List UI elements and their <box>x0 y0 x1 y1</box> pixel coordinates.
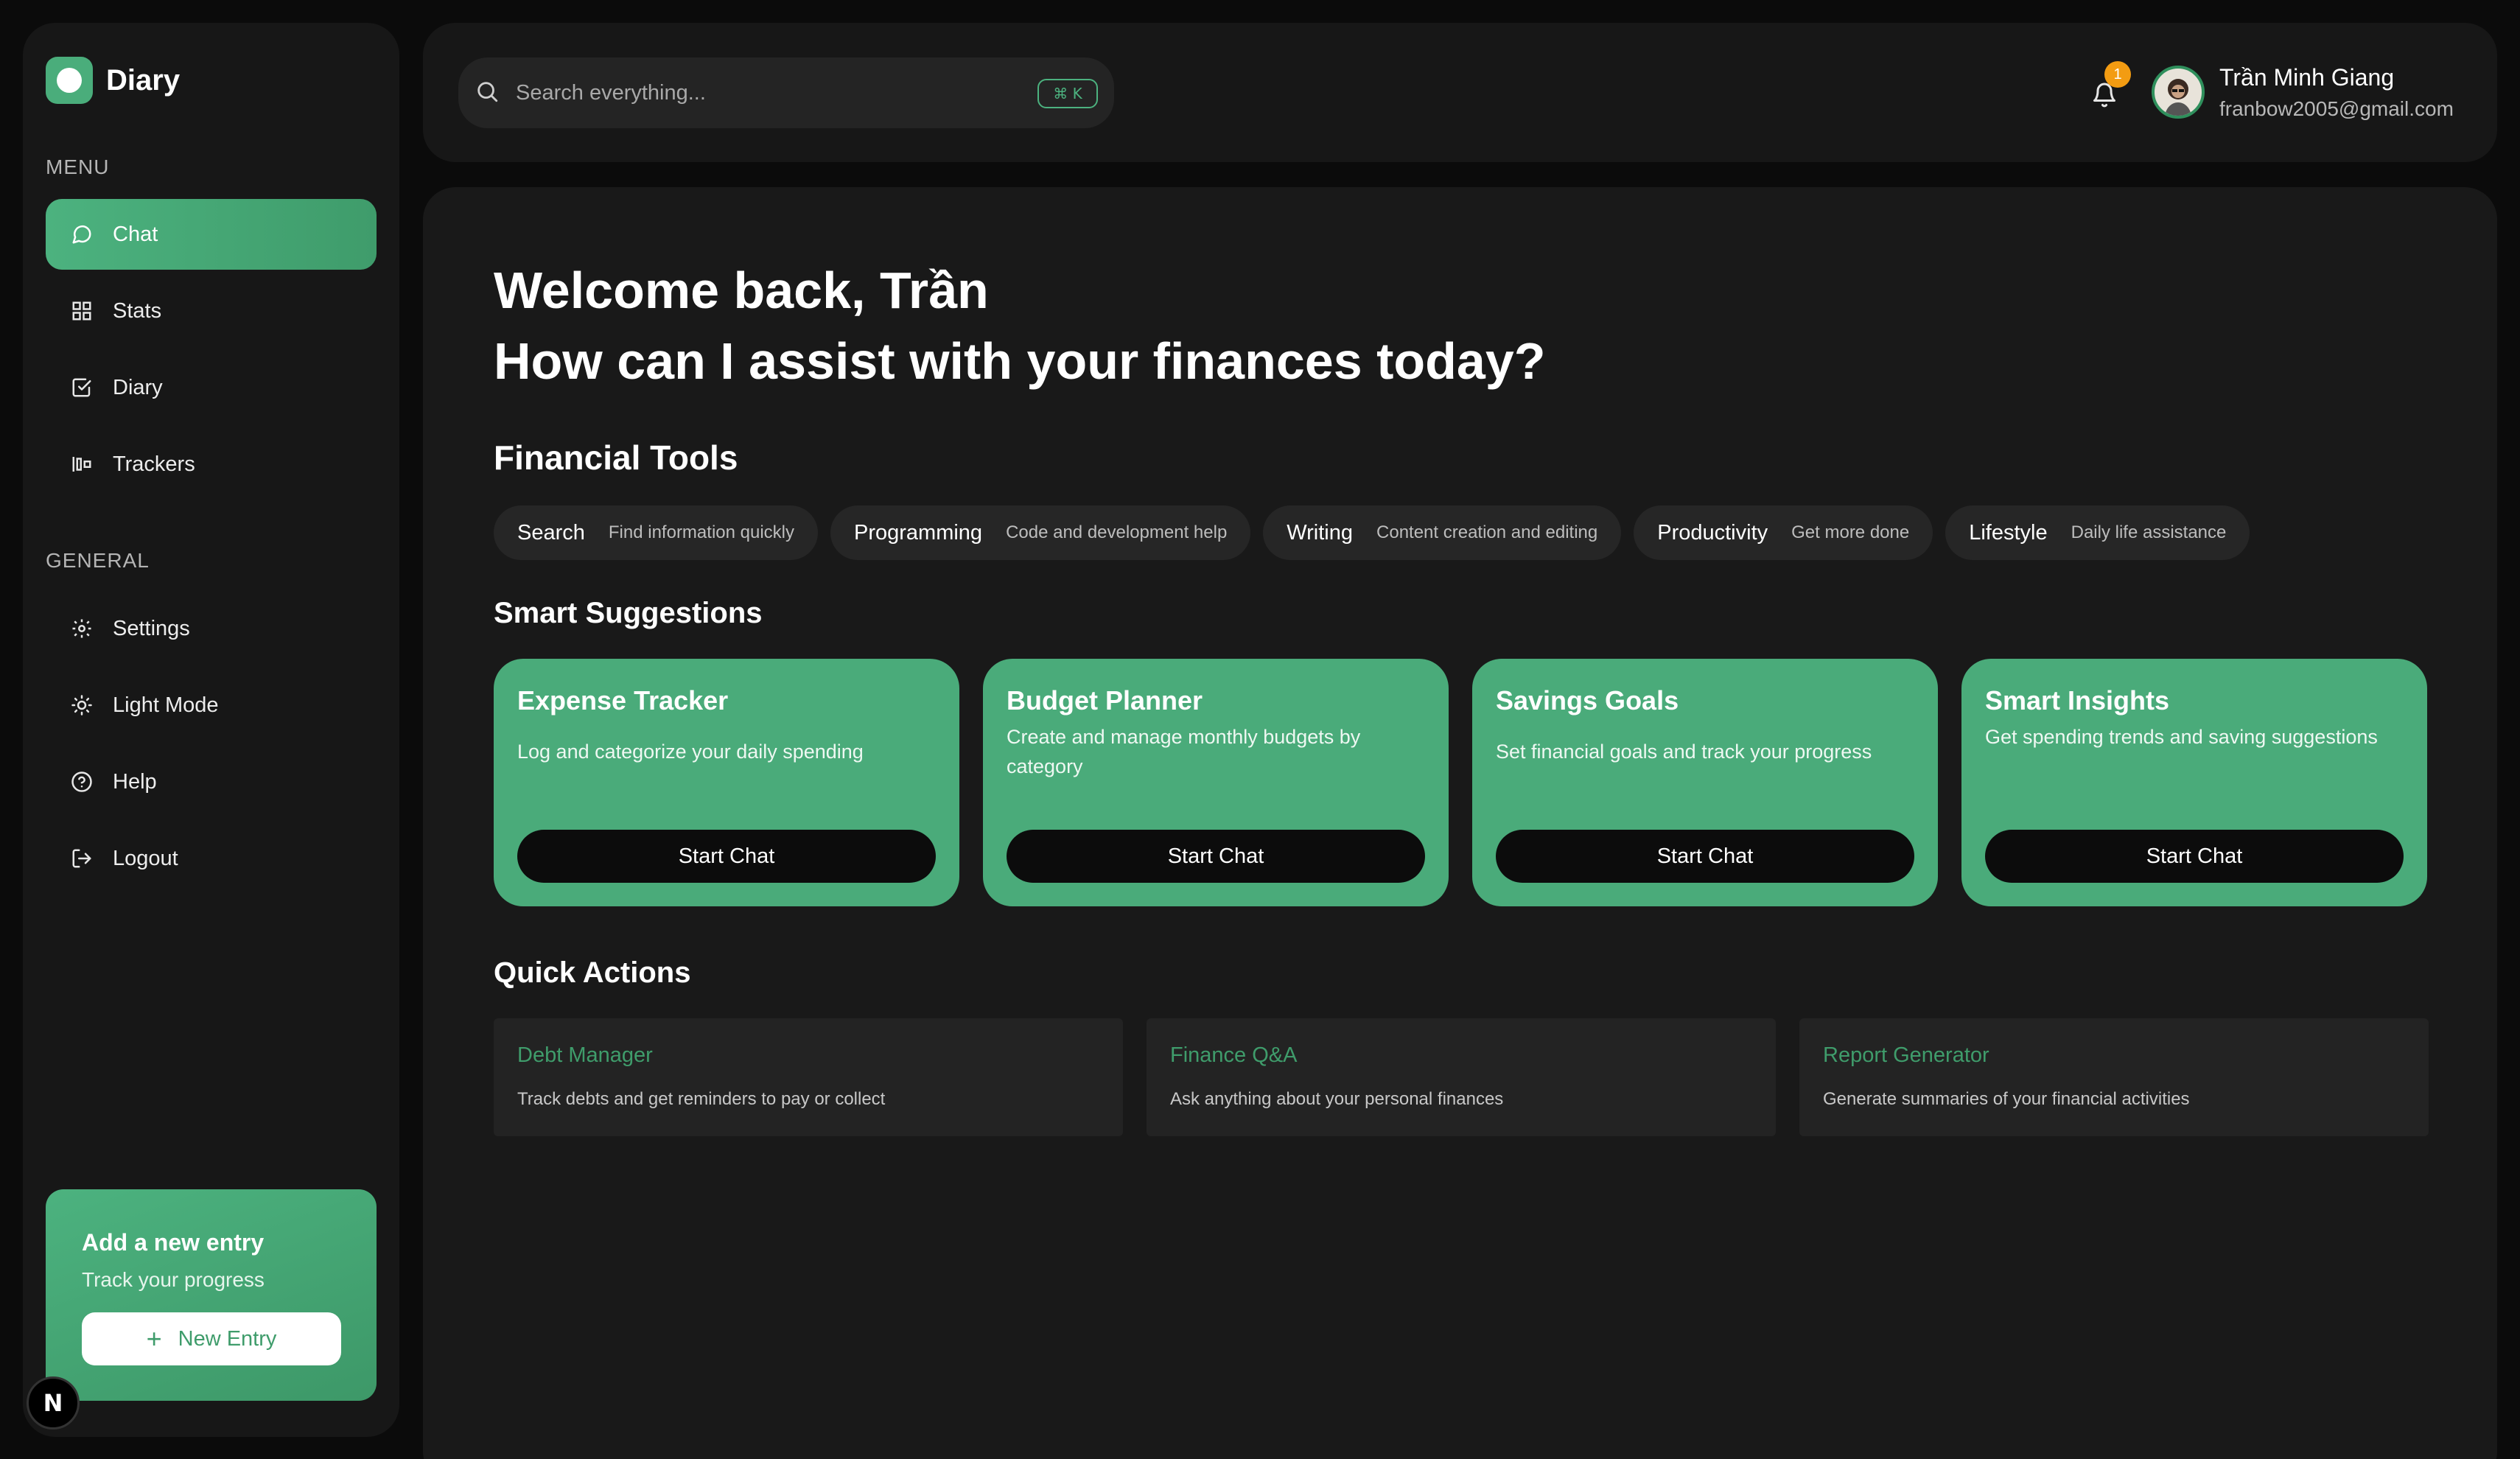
suggestion-card-smart-insights: Smart Insights Get spending trends and s… <box>1961 659 2427 906</box>
avatar[interactable] <box>2152 66 2205 119</box>
sidebar-item-logout[interactable]: Logout <box>46 823 377 894</box>
chip-desc: Code and development help <box>1006 522 1228 542</box>
card-title: Savings Goals <box>1496 685 1679 715</box>
chip-title: Search <box>517 520 585 545</box>
sidebar-item-label: Settings <box>113 616 190 640</box>
start-chat-button[interactable]: Start Chat <box>517 830 936 883</box>
card-title: Smart Insights <box>1985 685 2170 715</box>
smart-suggestions-title: Smart Suggestions <box>494 597 763 629</box>
app-logo-icon <box>46 57 93 104</box>
grid-icon <box>69 298 95 324</box>
menu-section-label: MENU <box>46 155 110 178</box>
suggestion-card-expense-tracker: Expense Tracker Log and categorize your … <box>494 659 959 906</box>
notification-count-badge: 1 <box>2104 61 2131 88</box>
suggestion-card-budget-planner: Budget Planner Create and manage monthly… <box>983 659 1449 906</box>
welcome-heading: Welcome back, Trần How can I assist with… <box>494 255 1546 396</box>
plus-icon: + <box>146 1323 162 1354</box>
chip-desc: Daily life assistance <box>2071 522 2227 542</box>
quick-action-title: Finance Q&A <box>1170 1043 1298 1067</box>
start-chat-button[interactable]: Start Chat <box>1985 830 2404 883</box>
card-desc: Get spending trends and saving suggestio… <box>1985 726 2378 748</box>
sidebar-item-label: Trackers <box>113 452 195 476</box>
welcome-line-2: How can I assist with your finances toda… <box>494 332 1546 390</box>
chip-desc: Find information quickly <box>608 522 794 542</box>
sidebar-item-trackers[interactable]: Trackers <box>46 429 377 500</box>
chat-bubble-icon <box>69 221 95 248</box>
user-email: franbow2005@gmail.com <box>2219 97 2454 120</box>
brand-name: Diary <box>106 63 181 97</box>
sidebar-item-diary[interactable]: Diary <box>46 352 377 423</box>
tool-chip-lifestyle[interactable]: Lifestyle Daily life assistance <box>1945 505 2250 560</box>
card-title: Expense Tracker <box>517 685 729 715</box>
chip-title: Programming <box>854 520 983 545</box>
chip-title: Writing <box>1287 520 1354 545</box>
gear-icon <box>69 615 95 642</box>
sidebar-item-help[interactable]: Help <box>46 746 377 817</box>
bar-tracker-icon <box>69 451 95 477</box>
main-panel: Welcome back, Trần How can I assist with… <box>423 187 2497 1459</box>
new-entry-label: New Entry <box>178 1326 277 1351</box>
chip-title: Lifestyle <box>1969 520 2048 545</box>
logout-icon <box>69 845 95 872</box>
financial-tools-chips: Search Find information quickly Programm… <box>494 505 2250 560</box>
sidebar-item-chat[interactable]: Chat <box>46 199 377 270</box>
sidebar: Diary MENU Chat Stats Diary Trackers GEN… <box>23 23 399 1437</box>
chip-desc: Get more done <box>1791 522 1910 542</box>
topbar: Search everything... ⌘ K 1 Trần Minh Gia… <box>423 23 2497 162</box>
n-badge-icon[interactable]: N <box>27 1376 80 1430</box>
tool-chip-programming[interactable]: Programming Code and development help <box>830 505 1251 560</box>
start-chat-button[interactable]: Start Chat <box>1496 830 1914 883</box>
quick-action-desc: Ask anything about your personal finance… <box>1170 1089 1504 1109</box>
add-entry-card: Add a new entry Track your progress + Ne… <box>46 1189 377 1401</box>
card-title: Budget Planner <box>1007 685 1203 715</box>
help-circle-icon <box>69 769 95 795</box>
add-entry-title: Add a new entry <box>82 1229 265 1256</box>
quick-action-title: Debt Manager <box>517 1043 653 1067</box>
quick-action-debt-manager[interactable]: Debt Manager Track debts and get reminde… <box>494 1018 1123 1136</box>
sidebar-item-label: Logout <box>113 846 178 870</box>
sun-icon <box>69 692 95 718</box>
sidebar-item-label: Help <box>113 769 157 794</box>
quick-action-title: Report Generator <box>1823 1043 1989 1067</box>
chip-desc: Content creation and editing <box>1376 522 1598 542</box>
keyboard-shortcut-badge: ⌘ K <box>1037 79 1098 108</box>
start-chat-button[interactable]: Start Chat <box>1007 830 1425 883</box>
checkbox-icon <box>69 374 95 401</box>
sidebar-item-stats[interactable]: Stats <box>46 276 377 346</box>
card-desc: Create and manage monthly budgets by cat… <box>1007 726 1361 777</box>
quick-action-finance-qa[interactable]: Finance Q&A Ask anything about your pers… <box>1147 1018 1776 1136</box>
tool-chip-productivity[interactable]: Productivity Get more done <box>1634 505 1933 560</box>
tool-chip-writing[interactable]: Writing Content creation and editing <box>1263 505 1622 560</box>
search-icon <box>475 79 500 108</box>
search-input[interactable]: Search everything... <box>516 81 706 105</box>
suggestion-cards: Expense Tracker Log and categorize your … <box>494 659 2427 906</box>
sidebar-item-label: Chat <box>113 222 158 246</box>
user-name: Trần Minh Giang <box>2219 64 2395 91</box>
quick-action-desc: Track debts and get reminders to pay or … <box>517 1089 886 1109</box>
chip-title: Productivity <box>1657 520 1768 545</box>
tool-chip-search[interactable]: Search Find information quickly <box>494 505 818 560</box>
financial-tools-title: Financial Tools <box>494 438 738 477</box>
new-entry-button[interactable]: + New Entry <box>82 1312 341 1365</box>
search-bar[interactable]: Search everything... ⌘ K <box>458 57 1114 128</box>
sidebar-item-label: Stats <box>113 298 162 323</box>
card-desc: Set financial goals and track your progr… <box>1496 741 1872 763</box>
general-section-label: GENERAL <box>46 549 150 572</box>
sidebar-item-label: Light Mode <box>113 693 219 717</box>
quick-action-desc: Generate summaries of your financial act… <box>1823 1089 2190 1109</box>
add-entry-subtitle: Track your progress <box>82 1268 265 1291</box>
sidebar-item-label: Diary <box>113 375 163 399</box>
sidebar-item-light-mode[interactable]: Light Mode <box>46 670 377 741</box>
quick-action-report-generator[interactable]: Report Generator Generate summaries of y… <box>1799 1018 2429 1136</box>
brand[interactable]: Diary <box>46 57 180 104</box>
welcome-line-1: Welcome back, Trần <box>494 262 989 319</box>
suggestion-card-savings-goals: Savings Goals Set financial goals and tr… <box>1472 659 1938 906</box>
sidebar-item-settings[interactable]: Settings <box>46 593 377 664</box>
card-desc: Log and categorize your daily spending <box>517 741 864 763</box>
quick-actions-title: Quick Actions <box>494 956 691 989</box>
quick-actions: Debt Manager Track debts and get reminde… <box>494 1018 2429 1136</box>
